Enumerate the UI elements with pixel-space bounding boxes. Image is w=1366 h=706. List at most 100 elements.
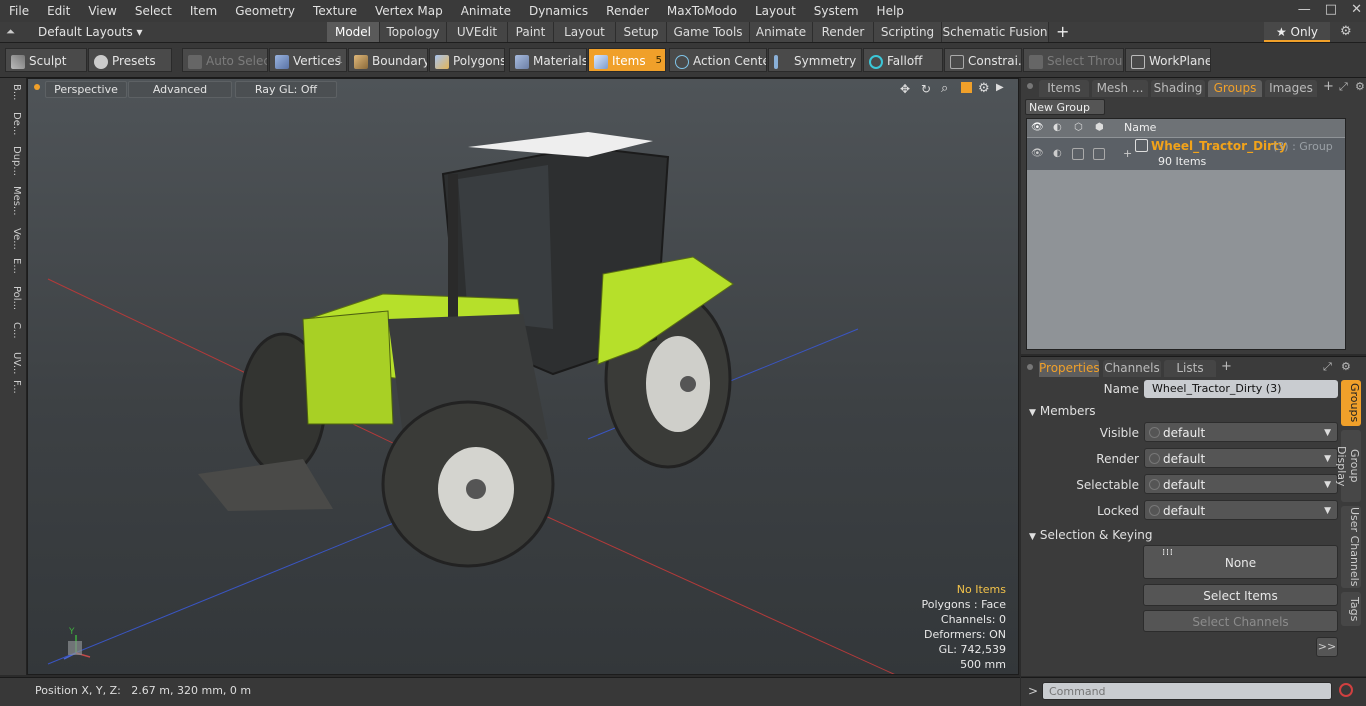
tab-properties[interactable]: Properties (1039, 360, 1100, 377)
menu-item[interactable]: Item (181, 4, 226, 18)
new-group-button[interactable]: New Group (1025, 99, 1105, 115)
tab-channels[interactable]: Channels (1103, 360, 1161, 377)
tab-model[interactable]: Model (327, 22, 380, 42)
perspective-button[interactable]: Perspective (45, 81, 127, 98)
row-render-icon[interactable]: ◐ (1053, 148, 1062, 159)
symmetry-button[interactable]: Symmetry (768, 48, 862, 72)
rotate-icon[interactable]: ↻ (921, 82, 931, 96)
menu-file[interactable]: File (0, 4, 38, 18)
layout-arrow-icon[interactable]: ⏶ (6, 25, 20, 39)
side-tab-tags[interactable]: Tags (1341, 592, 1361, 626)
command-input[interactable] (1042, 682, 1332, 700)
expand-icon[interactable]: + (1123, 147, 1132, 160)
select-icon[interactable]: ⬢ (1095, 122, 1104, 133)
tab-game-tools[interactable]: Game Tools (667, 22, 750, 42)
tab-lists[interactable]: Lists (1164, 360, 1216, 377)
raygl-button[interactable]: Ray GL: Off (235, 81, 337, 98)
menu-texture[interactable]: Texture (304, 4, 366, 18)
tab-paint[interactable]: Paint (508, 22, 554, 42)
expand-icon[interactable]: ▶ (996, 82, 1004, 93)
menu-help[interactable]: Help (868, 4, 913, 18)
workplane-button[interactable]: WorkPlane (1125, 48, 1211, 72)
group-name[interactable]: Wheel_Tractor_Dirty (1151, 139, 1287, 153)
eye-icon[interactable]: 👁 (1031, 122, 1044, 133)
side-tab-group-display[interactable]: Group Display (1335, 430, 1361, 502)
tab-mesh[interactable]: Mesh ... (1092, 80, 1148, 97)
selectable-select[interactable]: default ▼ (1144, 474, 1338, 494)
panel-gear-icon[interactable]: ⚙ (1341, 360, 1351, 373)
tab-images[interactable]: Images (1265, 80, 1317, 97)
row-lock-checkbox[interactable] (1072, 148, 1084, 160)
visible-select[interactable]: default ▼ (1144, 422, 1338, 442)
move-icon[interactable]: ✥ (900, 82, 910, 96)
constraints-button[interactable]: Constrai... (944, 48, 1022, 72)
maximize-panel-icon[interactable]: ⤢ (1339, 80, 1348, 94)
boundary-button[interactable]: Boundary (348, 48, 428, 72)
zoom-icon[interactable]: ⌕ (941, 81, 948, 96)
strip-tab-basic[interactable]: B... (4, 84, 22, 100)
items-button[interactable]: Items 5 (588, 48, 666, 72)
locked-select[interactable]: default ▼ (1144, 500, 1338, 520)
tab-schematic-fusion[interactable]: Schematic Fusion (942, 22, 1049, 42)
add-tab-icon[interactable]: + (1323, 79, 1334, 94)
menu-dynamics[interactable]: Dynamics (520, 4, 597, 18)
row-select-checkbox[interactable] (1093, 148, 1105, 160)
advanced-button[interactable]: Advanced (128, 81, 232, 98)
panel-gear-icon[interactable]: ⚙ (1355, 80, 1365, 93)
tab-shading[interactable]: Shading (1151, 80, 1205, 97)
menu-vertex-map[interactable]: Vertex Map (366, 4, 452, 18)
strip-tab-curve[interactable]: C... (4, 322, 22, 339)
strip-tab-polygon[interactable]: Pol... (4, 286, 22, 310)
strip-tab-deform[interactable]: De... (4, 112, 22, 135)
menu-animate[interactable]: Animate (452, 4, 520, 18)
menu-layout[interactable]: Layout (746, 4, 805, 18)
gear-icon[interactable]: ⚙ (1340, 22, 1352, 42)
menu-geometry[interactable]: Geometry (226, 4, 304, 18)
select-items-button[interactable]: Select Items (1143, 584, 1338, 606)
falloff-button[interactable]: Falloff (863, 48, 943, 72)
tab-topology[interactable]: Topology (380, 22, 447, 42)
tab-groups[interactable]: Groups (1208, 80, 1262, 97)
side-tab-groups[interactable]: Groups (1341, 380, 1361, 426)
tab-layout[interactable]: Layout (554, 22, 616, 42)
tractor-model[interactable] (198, 132, 734, 568)
row-eye-icon[interactable]: 👁 (1031, 148, 1044, 159)
settings-icon[interactable]: ⚙ (978, 81, 990, 96)
tab-render[interactable]: Render (813, 22, 874, 42)
maximize-panel-icon[interactable]: ⤢ (1323, 360, 1332, 374)
selection-keying-section[interactable]: ▼ Selection & Keying (1029, 528, 1153, 542)
tab-uvedit[interactable]: UVEdit (447, 22, 508, 42)
tab-scripting[interactable]: Scripting (874, 22, 942, 42)
vertices-button[interactable]: Vertices 1 (269, 48, 347, 72)
close-icon[interactable]: ✕ (1351, 2, 1362, 17)
tab-setup[interactable]: Setup (616, 22, 667, 42)
menu-edit[interactable]: Edit (38, 4, 79, 18)
strip-tab-duplicate[interactable]: Dup... (4, 146, 22, 176)
strip-tab-edge[interactable]: E... (4, 258, 22, 274)
menu-render[interactable]: Render (597, 4, 658, 18)
add-tab-icon[interactable]: + (1056, 22, 1069, 42)
presets-button[interactable]: Presets (88, 48, 172, 72)
members-section[interactable]: ▼ Members (1029, 404, 1096, 418)
keying-none-button[interactable]: ⁞⁞⁞ None (1143, 545, 1338, 579)
lock-icon[interactable]: ⬡ (1074, 122, 1083, 133)
menu-system[interactable]: System (805, 4, 868, 18)
only-toggle[interactable]: ★ Only (1264, 22, 1330, 42)
maximize-icon[interactable] (961, 82, 972, 93)
name-field[interactable]: Wheel_Tractor_Dirty (3) (1144, 380, 1338, 398)
tab-items[interactable]: Items (1039, 80, 1089, 97)
menu-select[interactable]: Select (126, 4, 181, 18)
menu-maxtomodo[interactable]: MaxToModo (658, 4, 746, 18)
side-tab-user-channels[interactable]: User Channels (1341, 506, 1361, 588)
auto-select-button[interactable]: Auto Select (182, 48, 268, 72)
minimize-icon[interactable]: — (1298, 2, 1311, 17)
render-icon[interactable]: ◐ (1053, 122, 1062, 133)
tab-animate[interactable]: Animate (750, 22, 813, 42)
sculpt-button[interactable]: Sculpt (5, 48, 87, 72)
action-center-button[interactable]: Action Center (669, 48, 767, 72)
strip-tab-uv[interactable]: UV... (4, 352, 22, 374)
render-select[interactable]: default ▼ (1144, 448, 1338, 468)
polygons-button[interactable]: Polygons (429, 48, 505, 72)
materials-button[interactable]: Materials (509, 48, 587, 72)
strip-tab-fusion[interactable]: F... (4, 380, 22, 394)
